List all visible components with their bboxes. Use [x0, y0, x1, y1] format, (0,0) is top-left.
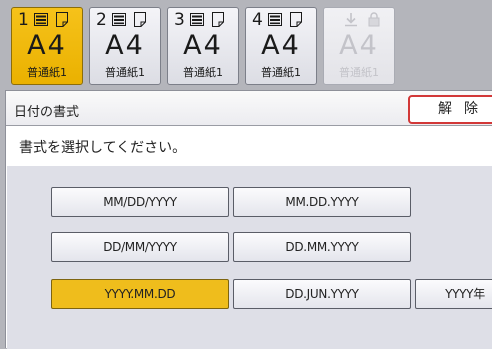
- paper-type: 普通紙1: [105, 66, 145, 79]
- format-option-mm-dd-yyyy-slash[interactable]: MM/DD/YYYY: [51, 187, 229, 217]
- tray-number: 3: [174, 10, 185, 30]
- tray-number: 2: [96, 10, 107, 30]
- paper-type: 普通紙1: [183, 66, 223, 79]
- tray-4-button[interactable]: 4 A4 普通紙1: [245, 7, 317, 85]
- paper-size: A4: [261, 30, 301, 61]
- tray-number: 4: [252, 10, 263, 30]
- paper-size: A4: [183, 30, 223, 61]
- instruction-text: 書式を選択してください。: [19, 140, 187, 156]
- format-option-mm-dd-yyyy-dot[interactable]: MM.DD.YYYY: [233, 187, 411, 217]
- bypass-download-icon: [344, 12, 358, 27]
- date-format-panel: 日付の書式 解除 書式を選択してください。 MM/DD/YYYY MM.DD.Y…: [5, 90, 492, 349]
- copier-screen: 1 A4 普通紙1 2 A4 普通紙1 3 A4 普通紙1 4 A4 普通紙1 …: [0, 0, 492, 349]
- bypass-tray-button[interactable]: A4 普通紙1: [323, 7, 395, 85]
- format-option-dd-mon-yyyy[interactable]: DD.JUN.YYYY: [233, 279, 411, 309]
- tray-number: 1: [18, 10, 29, 30]
- tray-1-button[interactable]: 1 A4 普通紙1: [11, 7, 83, 85]
- format-option-yyyy-mm-dd[interactable]: YYYY.MM.DD: [51, 279, 229, 309]
- sheet-icon: [134, 12, 146, 27]
- tray-2-button[interactable]: 2 A4 普通紙1: [89, 7, 161, 85]
- sheet-icon: [290, 12, 302, 27]
- paper-size: A4: [339, 30, 379, 61]
- paper-size: A4: [27, 30, 67, 61]
- paper-type: 普通紙1: [261, 66, 301, 79]
- sheet-icon: [212, 12, 224, 27]
- tray-3-button[interactable]: 3 A4 普通紙1: [167, 7, 239, 85]
- paper-stack-icon: [112, 13, 126, 26]
- cancel-button[interactable]: 解除: [408, 95, 492, 124]
- paper-size: A4: [105, 30, 145, 61]
- format-option-yyyy-kanji[interactable]: YYYY年: [415, 279, 492, 309]
- paper-stack-icon: [190, 13, 204, 26]
- panel-title: 日付の書式: [14, 105, 80, 120]
- lock-icon: [368, 12, 380, 27]
- format-option-dd-mm-yyyy-slash[interactable]: DD/MM/YYYY: [51, 232, 229, 262]
- format-option-dd-mm-yyyy-dot[interactable]: DD.MM.YYYY: [233, 232, 411, 262]
- sheet-icon: [56, 12, 68, 27]
- paper-stack-icon: [34, 13, 48, 26]
- paper-type: 普通紙1: [27, 66, 67, 79]
- paper-type: 普通紙1: [339, 66, 379, 79]
- format-options-area: MM/DD/YYYY MM.DD.YYYY DD/MM/YYYY DD.MM.Y…: [7, 166, 492, 349]
- panel-header: 日付の書式 解除: [6, 91, 492, 126]
- paper-stack-icon: [268, 13, 282, 26]
